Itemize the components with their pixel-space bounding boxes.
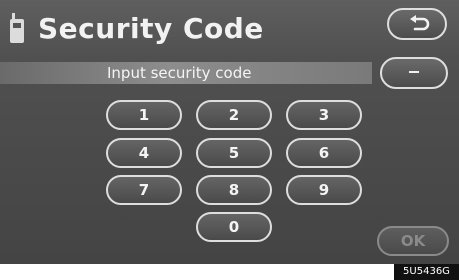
return-arrow-icon xyxy=(410,15,430,31)
key-2[interactable]: 2 xyxy=(196,100,272,130)
title-row: Security Code xyxy=(10,8,264,48)
security-code-screen: Security Code Input security code 1 2 3 … xyxy=(0,0,459,264)
delete-button[interactable] xyxy=(380,57,448,89)
key-4[interactable]: 4 xyxy=(106,138,182,168)
key-0[interactable]: 0 xyxy=(196,212,272,242)
key-8[interactable]: 8 xyxy=(196,175,272,205)
key-6[interactable]: 6 xyxy=(286,138,362,168)
key-5[interactable]: 5 xyxy=(196,138,272,168)
figure-reference-code: 5U5436G xyxy=(394,264,459,280)
key-9[interactable]: 9 xyxy=(286,175,362,205)
phone-icon xyxy=(10,13,24,43)
key-7[interactable]: 7 xyxy=(106,175,182,205)
key-3[interactable]: 3 xyxy=(286,100,362,130)
input-prompt: Input security code xyxy=(107,64,252,82)
page-title: Security Code xyxy=(38,11,264,45)
ok-button[interactable]: OK xyxy=(377,226,449,256)
minus-icon xyxy=(409,71,419,73)
key-1[interactable]: 1 xyxy=(106,100,182,130)
back-button[interactable] xyxy=(387,8,447,40)
